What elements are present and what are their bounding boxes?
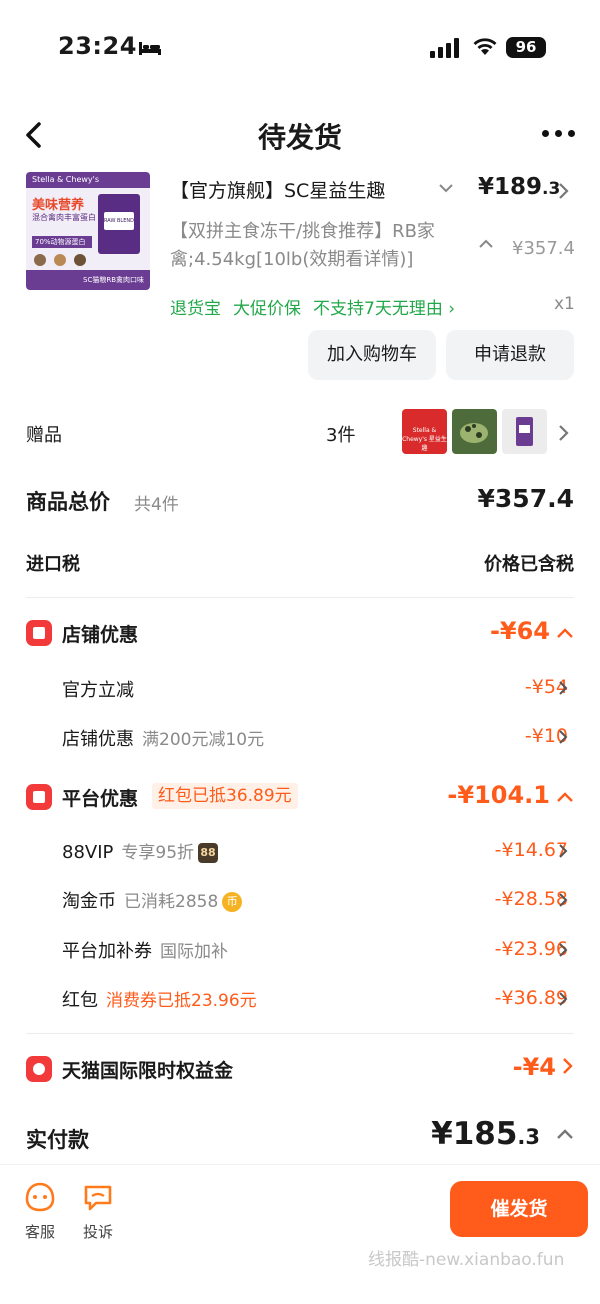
divider <box>26 1033 574 1034</box>
sleep-mode-icon <box>139 42 161 55</box>
discount-item-amount[interactable]: -¥23.96 <box>495 938 568 960</box>
customer-service-label: 客服 <box>24 1223 55 1241</box>
product-image-brand: Stella & Chewy's <box>32 175 100 184</box>
bottom-action-bar: 客服 投诉 催发货 线报酷-new.xianbao.fun <box>0 1164 600 1304</box>
product-name[interactable]: 【官方旗舰】SC星益生趣 <box>170 176 428 203</box>
product-image[interactable]: Stella & Chewy's 美味营养 混合禽肉丰富蛋白 70%动物源蛋白 … <box>26 172 150 290</box>
gifts-count[interactable]: 3件 <box>326 421 355 447</box>
chevron-right-icon[interactable] <box>557 424 569 442</box>
discount-item-note: 专享95折 <box>121 843 195 863</box>
gift-thumbnail[interactable] <box>452 409 497 454</box>
yen-icon <box>26 1056 52 1082</box>
product-image-title: 美味营养 <box>32 198 85 213</box>
product-bag-label: RAW BLEND <box>104 212 134 230</box>
paid-label: 实付款 <box>26 1128 89 1152</box>
gift-thumbnail[interactable]: Stella & Chewy's 星益生趣 <box>402 409 447 454</box>
chevron-right-icon[interactable] <box>562 1057 574 1075</box>
paid-amount: ¥185.3 <box>431 1116 540 1152</box>
gifts-label: 赠品 <box>26 425 62 446</box>
gift-thumbnail[interactable] <box>502 409 547 454</box>
platform-discount-icon <box>26 784 52 810</box>
platform-discount-amount[interactable]: -¥104.1 <box>447 781 574 809</box>
complain-tab[interactable]: 投诉 <box>78 1181 118 1242</box>
product-price: ¥189.3 <box>478 174 561 200</box>
chevron-up-icon[interactable] <box>556 791 574 803</box>
divider <box>26 597 574 598</box>
total-price: ¥357.4 <box>477 484 574 513</box>
chevron-right-icon[interactable] <box>558 892 568 908</box>
chevron-right-icon[interactable] <box>558 729 568 745</box>
service-tag[interactable]: 大促价保 <box>233 299 301 319</box>
discount-item-label: 88VIP 专享95折 88 <box>62 838 219 863</box>
service-tag[interactable]: 不支持7天无理由 › <box>313 299 455 319</box>
total-item-count: 共4件 <box>134 495 179 515</box>
discount-item-note: 国际加补 <box>160 942 228 962</box>
customer-service-tab[interactable]: 客服 <box>20 1181 60 1242</box>
watermark-text: 线报酷-new.xianbao.fun <box>368 1250 565 1270</box>
product-image-tag: 70%动物源蛋白 <box>32 236 92 248</box>
chevron-right-icon[interactable] <box>558 680 568 696</box>
service-tag[interactable]: 退货宝 <box>170 299 221 319</box>
discount-item-note: 满200元减10元 <box>142 730 265 750</box>
discount-item-amount[interactable]: -¥14.67 <box>495 839 568 861</box>
platform-discount-title: 平台优惠 <box>62 788 139 810</box>
chevron-right-icon[interactable] <box>558 843 568 859</box>
urge-shipment-button[interactable]: 催发货 <box>450 1181 588 1237</box>
add-to-cart-button[interactable]: 加入购物车 <box>308 330 436 380</box>
complaint-chat-icon <box>84 1185 112 1211</box>
chevron-down-icon[interactable] <box>438 182 454 194</box>
discount-item-label: 红包 消费券已抵23.96元 <box>62 990 257 1011</box>
chevron-up-icon[interactable] <box>478 238 494 250</box>
total-label: 商品总价 <box>26 490 110 514</box>
store-icon <box>26 620 52 646</box>
discount-item-amount[interactable]: -¥28.58 <box>495 888 568 910</box>
discount-item-note: 已消耗2858 <box>124 892 219 912</box>
store-discount-title: 店铺优惠 <box>62 624 139 646</box>
wifi-icon <box>473 38 497 55</box>
gift-thumbnail-text: Stella & Chewy's 星益生趣 <box>402 427 447 452</box>
import-tax-value: 价格已含税 <box>484 554 574 575</box>
apply-refund-button[interactable]: 申请退款 <box>446 330 574 380</box>
discount-item-amount[interactable]: -¥36.89 <box>495 987 568 1009</box>
chevron-right-icon[interactable] <box>558 942 568 958</box>
status-time: 23:24 <box>58 32 137 60</box>
store-discount-amount[interactable]: -¥64 <box>490 617 574 645</box>
product-quantity: x1 <box>554 294 575 314</box>
discount-item-label: 淘金币 已消耗2858 币 <box>62 887 243 913</box>
tmall-benefit-amount[interactable]: -¥4 <box>513 1053 574 1081</box>
discount-item-label: 店铺优惠 满200元减10元 <box>62 729 265 750</box>
discount-item-label: 平台加补券 国际加补 <box>62 941 228 962</box>
cellular-signal-icon <box>430 38 459 58</box>
original-price: ¥357.4 <box>512 238 575 259</box>
page-title: 待发货 <box>257 121 342 154</box>
chevron-up-icon[interactable] <box>556 627 574 639</box>
battery-indicator: 96 <box>506 37 546 58</box>
customer-service-icon <box>25 1182 55 1212</box>
chevron-right-icon[interactable] <box>558 991 568 1007</box>
chevron-right-icon[interactable] <box>557 182 569 200</box>
discount-item-label: 官方立减 <box>62 680 134 701</box>
product-sku: 【双拼主食冻干/挑食推荐】RB家禽;4.54kg[10lb(效期看详情)] <box>170 221 435 270</box>
product-image-caption: SC猫粮RB禽肉口味 <box>83 276 144 284</box>
coin-icon: 币 <box>222 892 243 912</box>
discount-item-note: 消费券已抵23.96元 <box>106 991 257 1011</box>
complain-label: 投诉 <box>82 1223 113 1241</box>
vip88-badge-icon: 88 <box>198 843 219 863</box>
more-options-icon[interactable] <box>542 130 575 137</box>
tmall-benefit-title: 天猫国际限时权益金 <box>62 1060 234 1082</box>
red-packet-tag: 红包已抵36.89元 <box>152 783 298 809</box>
status-bar: 23:24 96 <box>0 0 600 96</box>
import-tax-label: 进口税 <box>26 554 80 575</box>
chevron-up-icon[interactable] <box>556 1128 574 1140</box>
nav-bar: 待发货 <box>0 108 600 164</box>
service-tags[interactable]: 退货宝 大促价保 不支持7天无理由 › <box>170 294 467 319</box>
product-image-subtitle: 混合禽肉丰富蛋白 <box>32 213 96 222</box>
